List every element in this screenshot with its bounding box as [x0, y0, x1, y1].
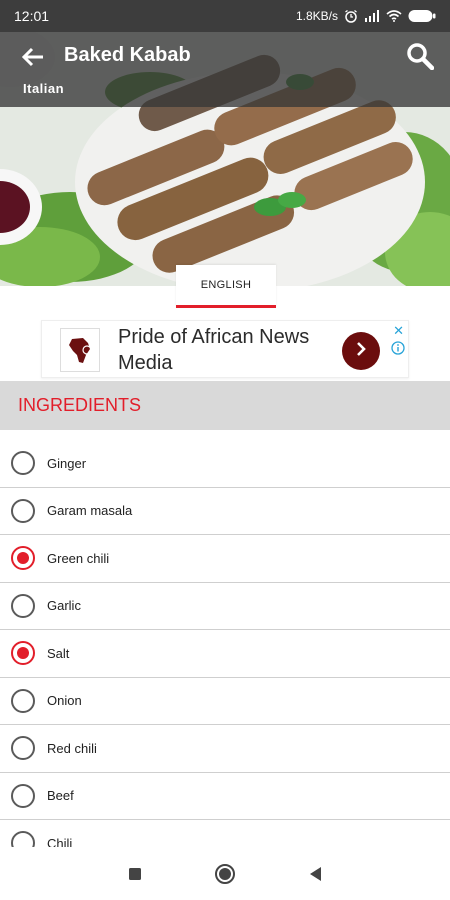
ingredient-radio[interactable]: [11, 546, 35, 571]
arrow-left-icon: [21, 47, 44, 72]
ingredient-label: Onion: [47, 693, 82, 709]
chevron-right-icon: [353, 340, 369, 363]
back-triangle-icon[interactable]: [301, 860, 329, 888]
search-icon: [406, 42, 435, 75]
ingredient-item[interactable]: Red chili: [0, 725, 450, 773]
network-speed: 1.8KB/s: [295, 9, 338, 23]
ingredient-label: Salt: [47, 645, 70, 661]
ingredient-label: Garlic: [47, 598, 81, 614]
wifi-icon: [386, 10, 402, 22]
ingredient-item[interactable]: Onion: [0, 678, 450, 725]
ingredient-label: Ginger: [47, 455, 87, 471]
tab-english[interactable]: ENGLISH: [176, 265, 276, 308]
status-icons: 1.8KB/s: [296, 9, 436, 23]
ingredient-item[interactable]: Garlic: [0, 583, 450, 630]
app-bar: Baked Kabab Italian: [0, 32, 450, 107]
cuisine-label: Italian: [23, 81, 65, 96]
ad-open-button[interactable]: [342, 332, 380, 370]
battery-icon: [408, 9, 436, 23]
page-title: Baked Kabab: [64, 44, 191, 66]
ingredients-list: Ginger Garam masala Green chili Garlic S…: [0, 440, 450, 868]
ingredient-radio[interactable]: [11, 783, 35, 808]
back-button[interactable]: [18, 44, 48, 74]
ingredient-radio[interactable]: [11, 688, 35, 713]
ingredients-header: INGREDIENTS: [0, 381, 450, 430]
ingredient-label: Green chili: [47, 550, 110, 566]
ingredient-label: Red chili: [47, 740, 97, 756]
ingredient-label: Beef: [47, 788, 74, 804]
signal-icon: [364, 10, 380, 22]
search-button[interactable]: [404, 42, 436, 74]
status-bar: 12:01 1.8KB/s: [0, 0, 450, 32]
ingredient-item[interactable]: Ginger: [0, 440, 450, 488]
ingredient-radio[interactable]: [11, 736, 35, 761]
ingredient-item[interactable]: Beef: [0, 773, 450, 820]
africa-logo-icon: [60, 328, 100, 372]
ingredient-radio[interactable]: [11, 641, 35, 666]
ad-banner[interactable]: Pride of African News Media ✕: [41, 320, 409, 378]
ingredient-radio[interactable]: [11, 593, 35, 618]
status-time: 12:01: [14, 8, 50, 24]
recents-square-icon[interactable]: [121, 860, 149, 888]
ingredient-item[interactable]: Salt: [0, 630, 450, 678]
ingredient-radio[interactable]: [11, 451, 35, 476]
ad-close-button[interactable]: ✕: [393, 323, 404, 339]
ingredient-label: Garam masala: [47, 503, 133, 519]
system-nav-bar: [0, 847, 450, 900]
alarm-icon: [344, 9, 358, 23]
ingredient-radio[interactable]: [11, 498, 35, 523]
home-circle-icon[interactable]: [211, 860, 239, 888]
ingredient-item[interactable]: Garam masala: [0, 488, 450, 535]
ad-headline: Pride of African News Media: [118, 326, 310, 374]
info-icon[interactable]: [391, 341, 405, 355]
ingredient-item[interactable]: Green chili: [0, 535, 450, 583]
